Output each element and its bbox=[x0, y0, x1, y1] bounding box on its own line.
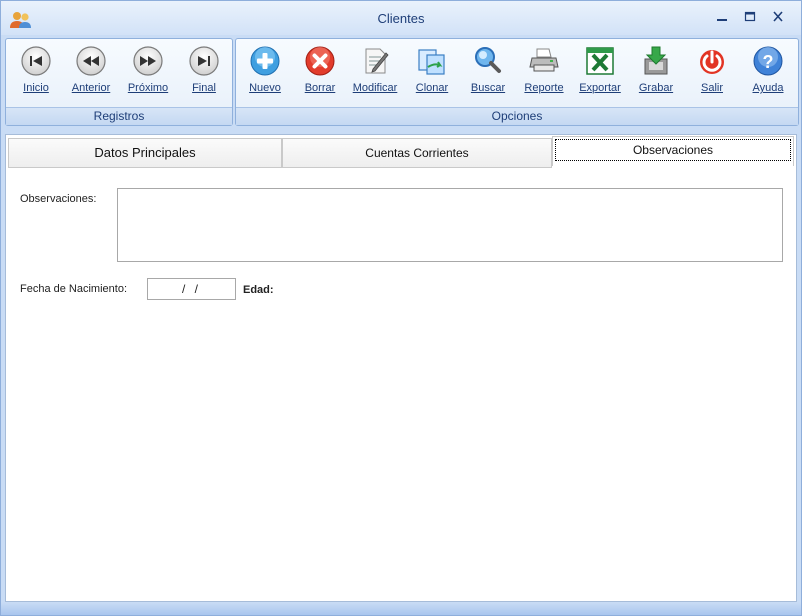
reporte-label: Reporte bbox=[524, 82, 564, 94]
fecha-nacimiento-label: Fecha de Nacimiento: bbox=[20, 283, 127, 295]
window-title: Clientes bbox=[377, 11, 425, 26]
modificar-button[interactable]: Modificar bbox=[347, 43, 403, 103]
save-download-icon bbox=[644, 46, 668, 75]
tab-observaciones-label: Observaciones bbox=[632, 143, 714, 157]
edit-document-icon bbox=[365, 48, 389, 74]
tab-observaciones[interactable]: Observaciones bbox=[552, 136, 794, 166]
grabar-label: Grabar bbox=[638, 82, 674, 94]
proximo-label: Próximo bbox=[127, 82, 169, 94]
registros-group: Inicio Anterior Próximo Final Registros bbox=[5, 38, 233, 126]
clonar-button[interactable]: Clonar bbox=[404, 43, 460, 103]
clone-icon bbox=[418, 49, 445, 75]
anterior-button[interactable]: Anterior bbox=[63, 43, 119, 103]
nuevo-label: Nuevo bbox=[249, 82, 281, 94]
tab-strip: Datos Principales Cuentas Corrientes Obs… bbox=[6, 135, 796, 169]
grabar-button[interactable]: Grabar bbox=[628, 43, 684, 103]
ayuda-label: Ayuda bbox=[752, 82, 784, 94]
ayuda-button[interactable]: ? Ayuda bbox=[740, 43, 796, 103]
opciones-group-label: Opciones bbox=[236, 107, 798, 125]
salir-label: Salir bbox=[700, 82, 723, 94]
next-record-icon bbox=[133, 46, 163, 76]
buscar-label: Buscar bbox=[470, 82, 506, 94]
borrar-button[interactable]: Borrar bbox=[292, 43, 348, 103]
previous-record-icon bbox=[76, 46, 106, 76]
title-bar[interactable]: Clientes bbox=[1, 1, 801, 35]
exportar-label: Exportar bbox=[579, 82, 621, 94]
tab-datos-principales[interactable]: Datos Principales bbox=[8, 138, 282, 168]
inicio-button[interactable]: Inicio bbox=[8, 43, 64, 103]
minimize-icon[interactable] bbox=[713, 9, 731, 25]
proximo-button[interactable]: Próximo bbox=[120, 43, 176, 103]
content-panel: Datos Principales Cuentas Corrientes Obs… bbox=[5, 134, 797, 602]
observaciones-textarea[interactable] bbox=[117, 188, 783, 262]
tab-cuentas-corrientes[interactable]: Cuentas Corrientes bbox=[282, 138, 552, 168]
first-record-icon bbox=[21, 46, 51, 76]
help-icon: ? bbox=[753, 46, 783, 76]
excel-icon bbox=[586, 47, 614, 75]
clonar-label: Clonar bbox=[415, 82, 449, 94]
status-bar bbox=[1, 602, 801, 615]
edad-label: Edad: bbox=[243, 284, 274, 296]
inicio-label: Inicio bbox=[23, 82, 49, 94]
svg-text:?: ? bbox=[763, 52, 774, 72]
fecha-nacimiento-input[interactable]: / / bbox=[147, 278, 236, 300]
close-icon[interactable] bbox=[769, 9, 787, 25]
final-button[interactable]: Final bbox=[176, 43, 232, 103]
plus-icon bbox=[250, 46, 280, 76]
opciones-group: Nuevo Borrar Modificar Clonar Buscar Rep… bbox=[235, 38, 799, 126]
power-icon bbox=[700, 50, 724, 74]
printer-icon bbox=[529, 48, 559, 72]
last-record-icon bbox=[189, 46, 219, 76]
buscar-button[interactable]: Buscar bbox=[460, 43, 516, 103]
anterior-label: Anterior bbox=[71, 82, 111, 94]
nuevo-button[interactable]: Nuevo bbox=[237, 43, 293, 103]
toolbar: Inicio Anterior Próximo Final Registros … bbox=[5, 38, 799, 128]
observaciones-label: Observaciones: bbox=[20, 193, 97, 205]
magnifier-icon bbox=[475, 47, 501, 73]
registros-group-label: Registros bbox=[6, 107, 232, 125]
reporte-button[interactable]: Reporte bbox=[516, 43, 572, 103]
modificar-label: Modificar bbox=[352, 82, 398, 94]
exportar-button[interactable]: Exportar bbox=[572, 43, 628, 103]
clientes-window: Clientes Inicio Anterior Próximo Final R… bbox=[0, 0, 802, 616]
borrar-label: Borrar bbox=[304, 82, 336, 94]
delete-icon bbox=[305, 46, 335, 76]
final-label: Final bbox=[192, 82, 216, 94]
salir-button[interactable]: Salir bbox=[684, 43, 740, 103]
maximize-icon[interactable] bbox=[741, 9, 759, 25]
